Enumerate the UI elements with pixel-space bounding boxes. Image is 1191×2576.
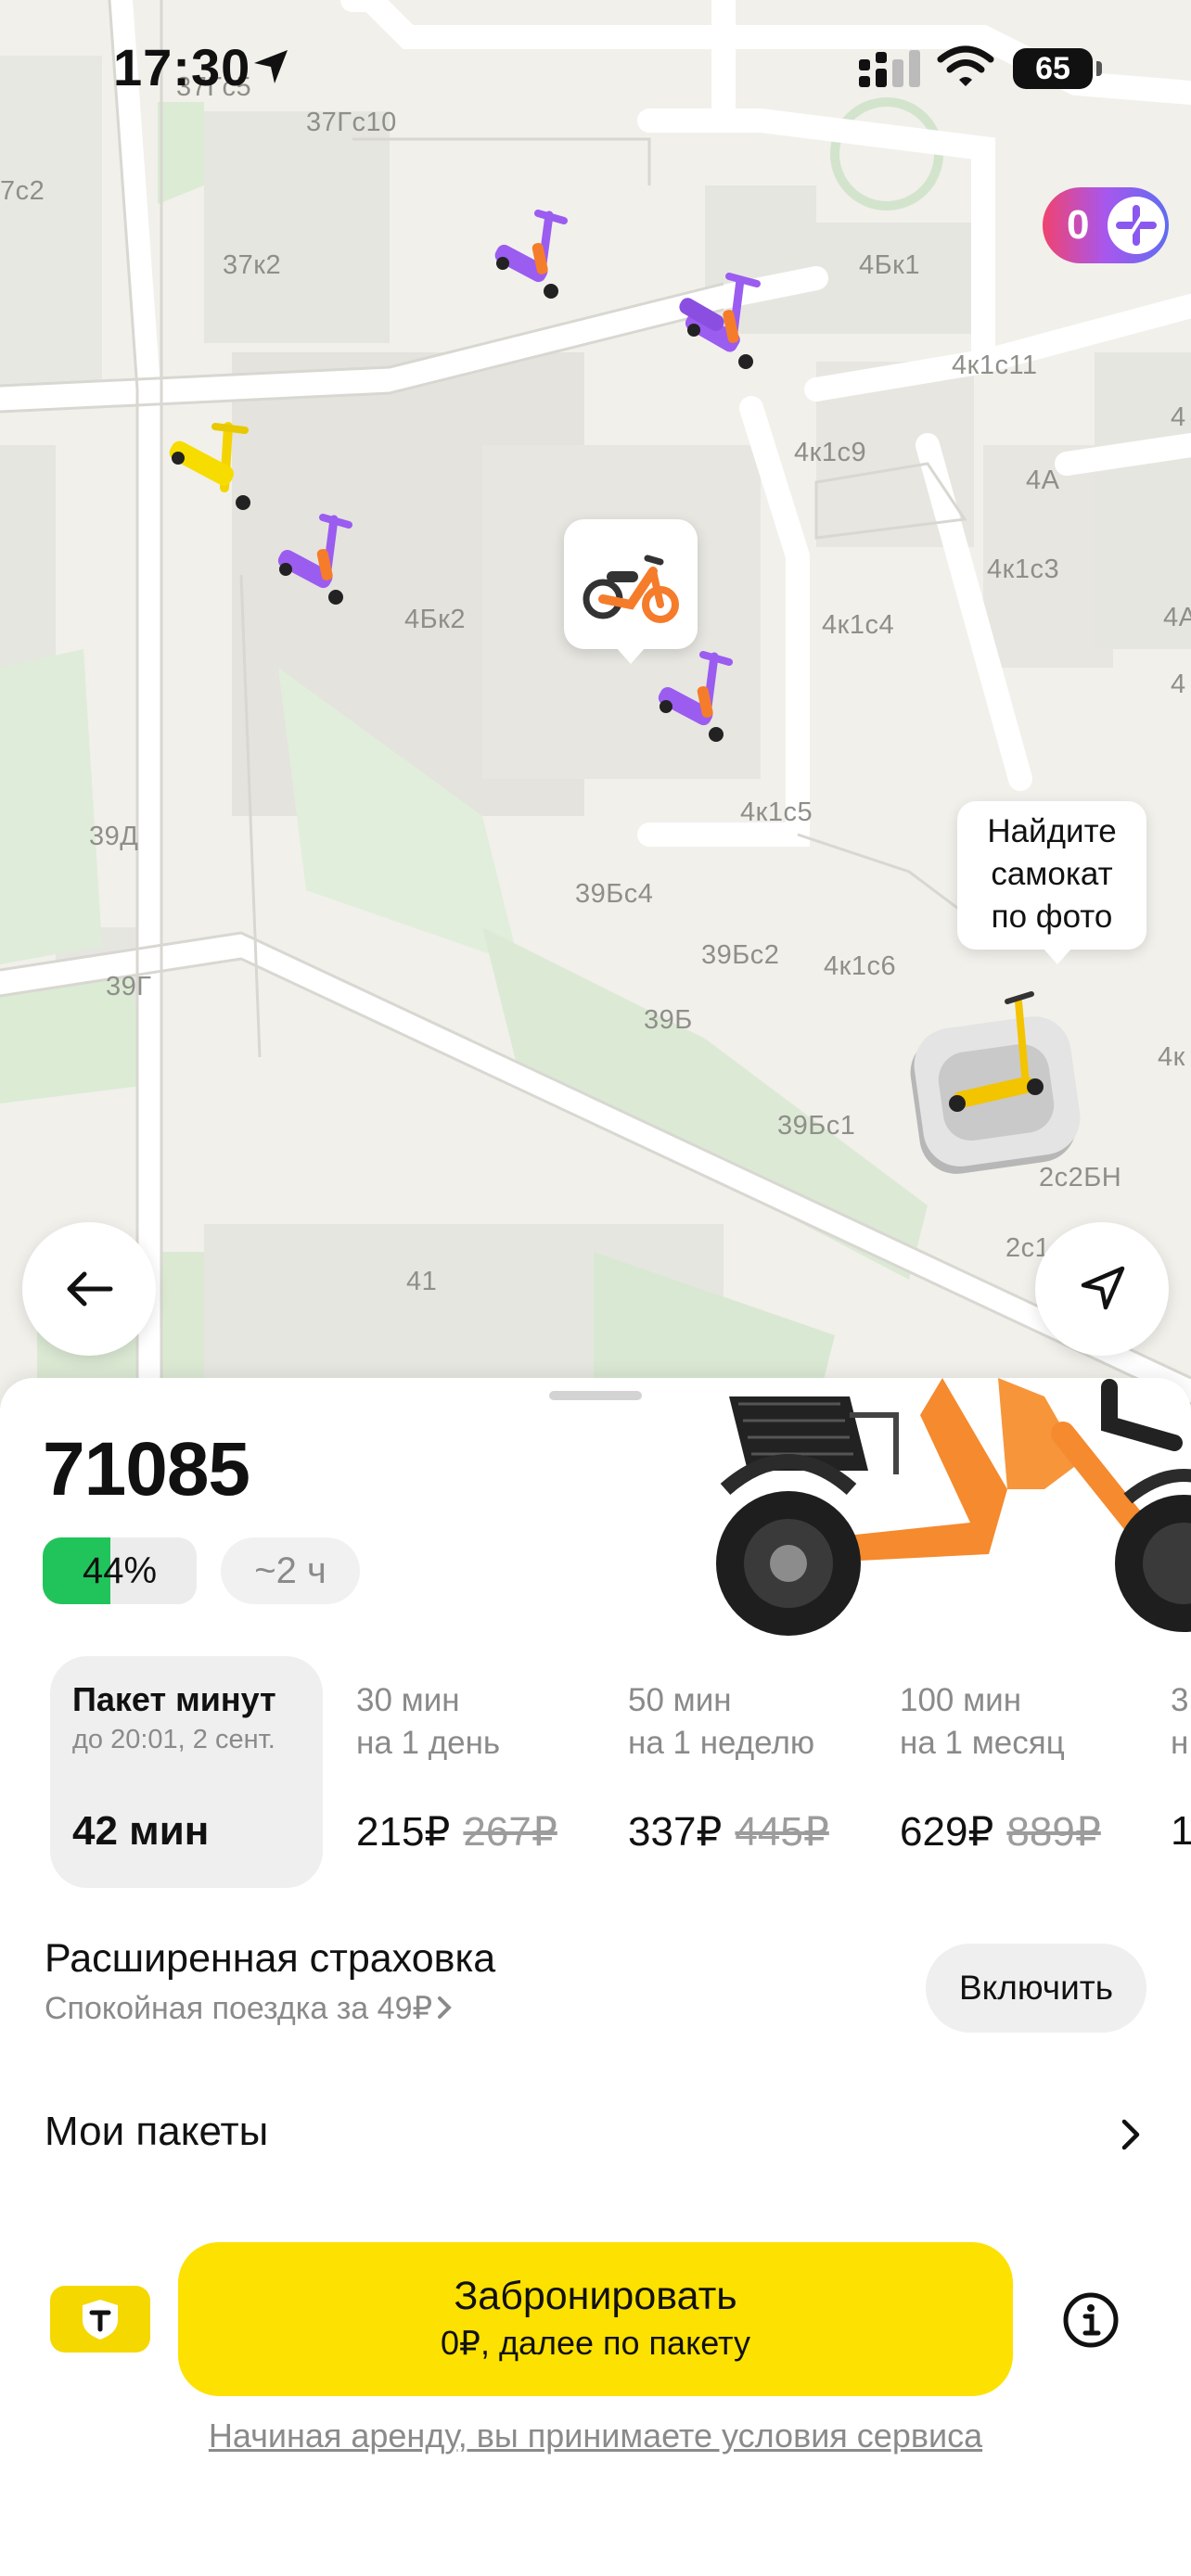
tariff-card-partial[interactable]: 3 н 1 [1171,1656,1191,1888]
map-label: 4к1с5 [740,797,813,827]
map-label: 4к1с4 [822,610,895,640]
my-location-button[interactable] [1035,1222,1169,1356]
terms-link[interactable]: Начиная аренду, вы принимаете условия се… [0,2417,1191,2455]
shield-icon [83,2300,118,2340]
status-time: 17:30 [113,38,251,96]
map-label: 4к1с6 [824,951,897,981]
book-button-label: Забронировать [454,2274,737,2318]
my-packages-row[interactable]: Мои пакеты [0,2083,1191,2185]
map-label: 4к1с9 [794,438,867,467]
vehicle-number: 71085 [43,1427,250,1511]
tariff-period: н [1171,1725,1189,1761]
map-base [0,0,1191,1409]
sheet-grabber[interactable] [549,1391,642,1400]
tariff-old-price: 267₽ [463,1809,557,1855]
battery-icon: 65 [1013,48,1102,89]
tariff-remaining: 42 мин [72,1808,210,1854]
map-label: 39Б [644,1005,693,1035]
map-label: 39Бс2 [701,940,780,970]
map-label: 4А [1026,465,1060,495]
scooter-marker-purple[interactable] [649,647,742,749]
scooter-marker-purple[interactable] [269,510,362,612]
tariff-price: 215₽ [356,1809,451,1855]
tariff-period: на 1 месяц [900,1725,1065,1761]
tariff-title: Пакет минут [72,1680,276,1718]
map-label: 4 [1171,402,1186,432]
battery-percent: 44% [82,1550,158,1591]
map-label: 4Бк2 [404,605,466,634]
tariff-period: на 1 день [356,1725,501,1761]
callout-text: по фото [991,899,1113,935]
tariff-price: 629₽ [900,1809,994,1855]
arrow-left-icon [67,1271,113,1307]
my-packages-label: Мои пакеты [45,2109,269,2154]
plus-points-count: 0 [1067,202,1090,248]
tariff-duration: 3 [1171,1682,1189,1718]
tariff-duration: 50 мин [628,1682,732,1718]
tariff-subtitle: до 20:01, 2 сент. [72,1725,275,1754]
map-label: 4Бк1 [859,250,920,280]
insurance-subtitle: Спокойная поездка за 49₽ [45,1991,433,2026]
tariff-card[interactable]: 30 мин на 1 день 215₽ 267₽ [356,1656,607,1888]
tariff-duration: 100 мин [900,1682,1022,1718]
back-button[interactable] [22,1222,156,1356]
map-label: 4к [1158,1042,1185,1072]
chevron-right-icon [438,1996,452,2019]
map-label: 7с2 [0,176,45,206]
scooter-marker-purple-pair[interactable] [673,269,775,380]
parking-scooter-icon[interactable] [896,974,1109,1187]
map-label: 39Г [106,972,152,1001]
cellular-signal-icon [859,50,920,87]
insurance-shield-button[interactable] [50,2286,150,2353]
book-button[interactable]: Забронировать 0₽, далее по пакету [178,2242,1013,2396]
tariff-old-price: 445₽ [735,1809,829,1855]
insurance-link[interactable]: Спокойная поездка за 49₽ [45,1990,455,2027]
info-icon[interactable] [1061,2290,1121,2350]
map-label: 37к2 [223,250,282,280]
tariff-card-current[interactable]: Пакет минут до 20:01, 2 сент. 42 мин [50,1656,323,1888]
vehicle-bottom-sheet[interactable]: 71085 44% ~2 ч Пакет минут до 20:01, 2 с… [0,1378,1191,2576]
tariff-selector[interactable]: Пакет минут до 20:01, 2 сент. 42 мин 30 … [0,1656,1191,1888]
chevron-right-icon [1121,2119,1140,2150]
insurance-title: Расширенная страховка [45,1936,496,1981]
find-by-photo-callout[interactable]: Найдите самокат по фото [957,801,1146,964]
map-label: 4 [1171,670,1186,699]
wifi-icon [937,45,994,86]
battery-level-badge: 44% [43,1537,197,1604]
location-services-icon [254,50,288,83]
scooter-marker-purple[interactable] [484,206,577,308]
range-badge: ~2 ч [221,1537,360,1604]
plus-points-badge[interactable]: 0 [1043,187,1169,263]
tariff-period: на 1 неделю [628,1725,815,1761]
plus-icon [1108,197,1165,254]
tariff-price: 1 [1171,1808,1191,1854]
map-label: 41 [406,1267,438,1296]
map-label: 39Д [89,822,139,851]
map-view[interactable]: 37Гс5 37Гс10 7с2 37к2 4Бк1 4к1с11 4к1с9 … [0,0,1191,1409]
location-arrow-icon [1081,1266,1125,1310]
status-bar: 17:30 65 [0,0,1191,139]
tariff-old-price: 889₽ [1006,1809,1101,1855]
book-button-subtitle: 0₽, далее по пакету [441,2324,750,2362]
bike-icon [583,555,679,623]
tariff-card[interactable]: 100 мин на 1 месяц 629₽ 889₽ [900,1656,1150,1888]
scooter-marker-yellow[interactable] [163,417,265,519]
map-label: 4А [1163,603,1191,632]
callout-text: самокат [991,856,1113,892]
tariff-price: 337₽ [628,1809,723,1855]
tariff-duration: 30 мин [356,1682,460,1718]
bike-marker[interactable] [564,519,698,664]
map-label: 39Бс1 [777,1111,856,1141]
map-label: 4к1с11 [952,351,1038,380]
tariff-card[interactable]: 50 мин на 1 неделю 337₽ 445₽ [628,1656,878,1888]
terms-text: Начиная аренду, вы принимаете условия се… [208,2417,983,2455]
callout-text: Найдите [987,813,1117,849]
map-label: 4к1с3 [987,555,1060,584]
scooter-photo [716,1378,1191,1636]
enable-insurance-button[interactable]: Включить [926,1944,1146,2033]
map-label: 39Бс4 [575,879,654,909]
